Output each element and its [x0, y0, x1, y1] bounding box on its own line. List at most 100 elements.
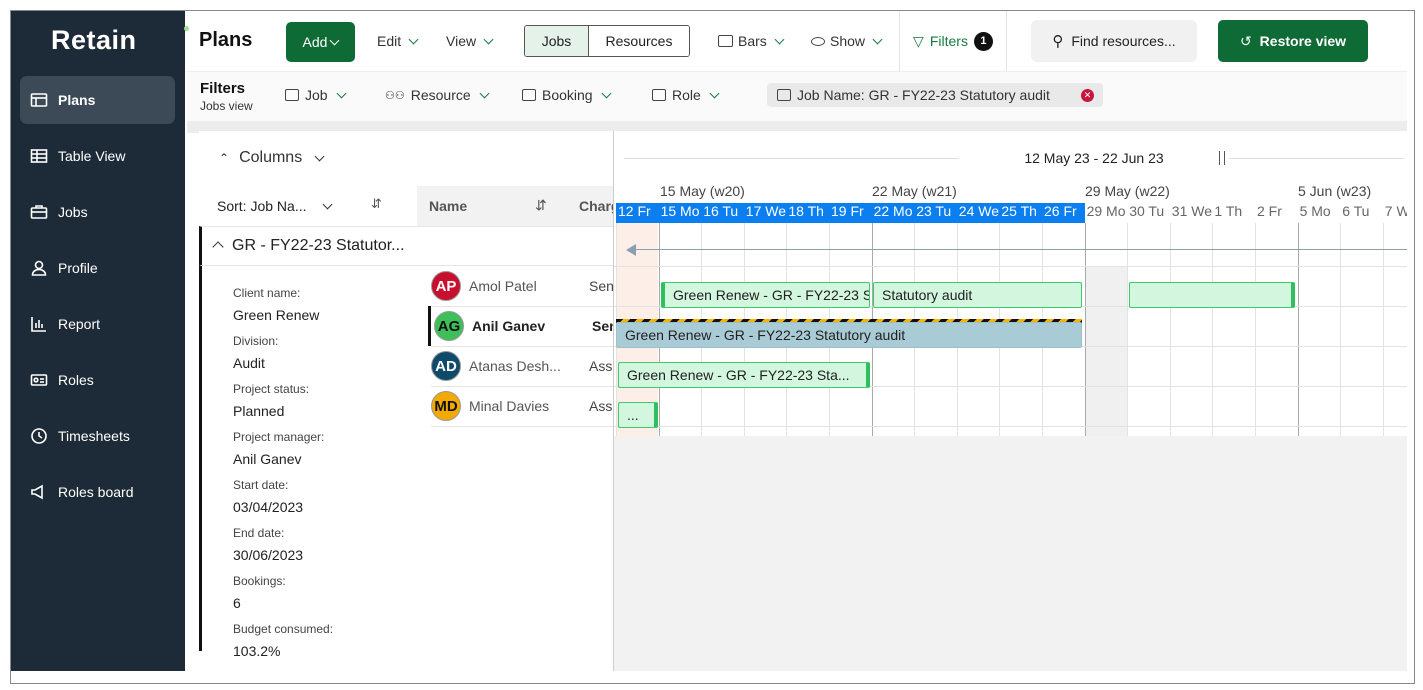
day-header-cell: 15 Mo: [658, 203, 702, 223]
filters-toggle[interactable]: ▽ Filters 1: [899, 11, 1007, 71]
sidebar-item-label: Report: [58, 316, 101, 332]
sidebar-item-timesheets[interactable]: Timesheets: [20, 412, 175, 460]
active-filter-chip: Job Name: GR - FY22-23 Statutory audit ✕: [767, 83, 1103, 107]
find-resources-button[interactable]: ⚲ Find resources...: [1031, 20, 1197, 62]
add-button[interactable]: Add: [286, 22, 355, 62]
collapse-icon[interactable]: [212, 241, 224, 253]
sort-row: Sort: Job Na... ⇵ Name ⇵ Charg: [199, 186, 619, 226]
day-header-cell: 25 Th: [999, 203, 1042, 223]
range-end-handle[interactable]: [1219, 151, 1225, 165]
sort-order-icon[interactable]: ⇵: [371, 196, 382, 212]
role-filter[interactable]: Role: [652, 87, 720, 103]
grid-row-line: [614, 426, 1407, 427]
scroll-arrow-icon[interactable]: [628, 249, 1407, 250]
booking-bar[interactable]: [1129, 282, 1295, 308]
bars-icon: [718, 35, 733, 47]
name-column-header[interactable]: Name ⇵ Charg: [417, 186, 619, 226]
sidebar-item-label: Roles: [58, 372, 94, 388]
detail-label: Start date:: [233, 478, 289, 492]
resource-role: Sen: [589, 278, 614, 294]
day-header-cell: 23 Tu: [914, 203, 957, 223]
detail-value: 6: [233, 595, 241, 611]
avatar: AG: [434, 311, 464, 341]
resource-name: Atanas Desh...: [469, 358, 561, 374]
detail-value: Green Renew: [233, 307, 320, 323]
date-range-label: 12 May 23 - 22 Jun 23: [959, 147, 1229, 169]
people-icon: ⚇⚇: [385, 89, 405, 102]
day-header-cell: 6 Tu: [1342, 203, 1370, 219]
show-menu[interactable]: Show: [811, 33, 883, 49]
clock-icon: [30, 427, 48, 445]
sidebar-item-report[interactable]: Report: [20, 300, 175, 348]
left-arrow-icon: [626, 244, 636, 256]
resource-row[interactable]: MD Minal Davies Ass: [431, 386, 613, 426]
day-header-cell: 30 Tu: [1129, 203, 1165, 219]
bars-menu[interactable]: Bars: [718, 33, 785, 49]
grid-row-line: [614, 266, 1407, 267]
view-toggle: Jobs Resources: [524, 25, 690, 57]
detail-value: Audit: [233, 355, 265, 371]
week-label: 29 May (w22): [1085, 183, 1170, 199]
sidebar-item-label: Timesheets: [58, 428, 130, 444]
booking-bar[interactable]: Green Renew - GR - FY22-23 Sta...: [618, 362, 870, 388]
person-icon: [30, 259, 48, 277]
briefcase-icon: [777, 89, 791, 101]
sidebar-item-profile[interactable]: Profile: [20, 244, 175, 292]
resource-filter[interactable]: ⚇⚇ Resource: [385, 87, 490, 103]
sidebar-item-label: Jobs: [58, 204, 88, 220]
booking-bar[interactable]: Green Renew - GR - FY22-23 Statutory aud…: [616, 322, 1082, 348]
job-group-row[interactable]: GR - FY22-23 Statutor...: [199, 226, 613, 266]
chart-icon: [30, 315, 48, 333]
chip-label: Job Name: GR - FY22-23 Statutory audit: [797, 87, 1050, 103]
avatar: AD: [431, 351, 461, 381]
briefcase-icon: [30, 203, 48, 221]
funnel-icon: ▽: [913, 32, 924, 49]
day-header-cell: 29 Mo: [1086, 203, 1126, 219]
booking-filter[interactable]: Booking: [522, 87, 612, 103]
sidebar-item-roles[interactable]: Roles: [20, 356, 175, 404]
booking-bar[interactable]: ...: [618, 402, 658, 428]
booking-bar[interactable]: Green Renew - GR - FY22-23 Statutory aud…: [661, 282, 870, 308]
view-menu[interactable]: View: [446, 33, 494, 49]
tab-resources[interactable]: Resources: [589, 26, 689, 56]
week-label: 22 May (w21): [872, 183, 957, 199]
day-header-cell: 18 Th: [786, 203, 829, 223]
sidebar-item-table-view[interactable]: Table View: [20, 132, 175, 180]
day-header-cell: 7 W: [1384, 203, 1407, 219]
columns-toggle[interactable]: ⌃ Columns: [219, 149, 325, 167]
day-header-cell: 17 We: [743, 203, 787, 223]
edit-menu[interactable]: Edit: [377, 33, 419, 49]
detail-label: Project manager:: [233, 430, 325, 444]
sidebar-item-jobs[interactable]: Jobs: [20, 188, 175, 236]
detail-value: 03/04/2023: [233, 499, 304, 515]
detail-label: End date:: [233, 526, 285, 540]
job-filter[interactable]: Job: [285, 87, 347, 103]
detail-value: 103.2%: [233, 643, 281, 659]
detail-label: Division:: [233, 334, 279, 348]
detail-label: Project status:: [233, 382, 310, 396]
day-header-cell: 22 Mo: [871, 203, 915, 223]
day-header-cell: 24 We: [956, 203, 1000, 223]
sort-dropdown[interactable]: Sort: Job Na...: [217, 198, 333, 214]
day-header-cell: 5 Mo: [1299, 203, 1331, 219]
resource-row[interactable]: AG Anil Ganev Sen: [428, 306, 618, 346]
detail-value: Anil Ganev: [233, 451, 302, 467]
resource-row[interactable]: AP Amol Patel Sen: [431, 266, 614, 306]
sidebar-item-plans[interactable]: Plans: [20, 76, 175, 124]
day-header-cell: 2 Fr: [1257, 203, 1282, 219]
day-header-cell: 31 We: [1171, 203, 1213, 219]
page-title: Plans: [199, 29, 253, 51]
sidebar-item-label: Table View: [58, 148, 126, 164]
remove-filter-icon[interactable]: ✕: [1081, 89, 1094, 102]
resource-row[interactable]: AD Atanas Desh... Ass: [431, 346, 613, 386]
restore-view-button[interactable]: ↺ Restore view: [1218, 20, 1368, 62]
day-header-cell: 19 Fr: [829, 203, 872, 223]
booking-icon: [522, 89, 536, 101]
booking-bar[interactable]: Statutory audit: [873, 282, 1082, 308]
tab-jobs[interactable]: Jobs: [525, 26, 589, 56]
detail-indicator: [199, 266, 202, 651]
sidebar-item-roles-board[interactable]: Roles board: [20, 468, 175, 516]
filters-subtitle: Jobs view: [200, 99, 253, 113]
resource-name: Anil Ganev: [472, 318, 546, 334]
megaphone-icon: [30, 483, 48, 501]
